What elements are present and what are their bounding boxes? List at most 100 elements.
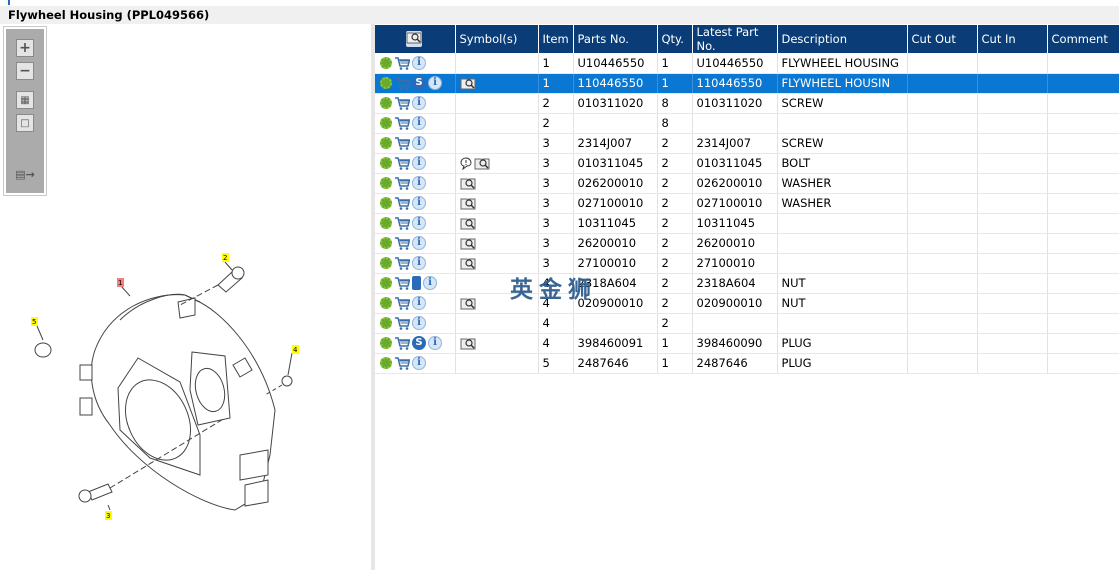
book-icon[interactable] [460,217,476,230]
info-icon[interactable]: i [412,56,426,70]
gear-icon[interactable] [380,337,392,350]
flywheel-housing-drawing[interactable]: 1 2 3 4 5 [20,240,320,530]
fit-window-button[interactable]: □ [16,114,34,132]
table-row[interactable]: Si 4 398460091 1 398460090 PLUG [375,333,1119,354]
fit-all-button[interactable]: ▦ [16,91,34,109]
column-header-qty[interactable]: Qty. [657,25,693,53]
cell-desc [777,233,908,254]
zoom-in-button[interactable]: + [16,39,34,57]
cart-icon[interactable] [394,197,411,210]
info-icon[interactable]: i [412,96,426,111]
gear-icon[interactable] [380,157,392,170]
cart-icon[interactable] [394,217,411,230]
info-icon[interactable]: i [412,156,426,171]
column-header-description[interactable]: Description [777,25,908,53]
cart-icon[interactable] [394,137,411,150]
row-actions: i [375,53,456,74]
callout-5[interactable]: 5 [32,318,36,326]
zoom-out-button[interactable]: − [16,62,34,80]
gear-icon[interactable] [380,57,392,69]
table-row[interactable]: i 5 2487646 1 2487646 PLUG [375,353,1119,374]
gear-icon[interactable] [380,237,392,250]
gear-icon[interactable] [380,317,392,330]
table-row[interactable]: Si 1 110446550 1 110446550 FLYWHEEL HOUSIN [375,73,1119,94]
gear-icon[interactable] [380,217,392,230]
info-icon[interactable]: i [412,236,426,251]
book-icon[interactable] [460,77,476,90]
gear-icon[interactable] [380,257,392,270]
cart-icon[interactable] [394,237,411,250]
note-bubble-icon[interactable] [459,157,472,171]
book-icon[interactable] [474,157,490,170]
table-row[interactable]: i 3 26200010 2 26200010 [375,233,1119,254]
gear-icon[interactable] [380,277,392,290]
callout-1[interactable]: 1 [118,279,122,287]
table-row[interactable]: i 2 010311020 8 010311020 SCREW [375,93,1119,114]
column-header-comment[interactable]: Comment [1047,25,1119,53]
manual-icon[interactable] [412,276,421,291]
info-icon[interactable]: i [412,136,426,151]
table-row[interactable]: i 4 2 [375,313,1119,334]
info-icon[interactable]: i [412,296,426,311]
gear-icon[interactable] [380,197,392,210]
column-header-cut-out[interactable]: Cut Out [907,25,978,53]
cart-icon[interactable] [394,257,411,270]
supersession-icon[interactable]: S [412,76,426,91]
gear-icon[interactable] [380,77,392,90]
info-icon[interactable]: i [412,116,426,131]
info-icon[interactable]: i [412,356,426,371]
column-header-tools[interactable] [375,25,456,53]
gear-icon[interactable] [380,357,392,370]
table-row[interactable]: i 3 10311045 2 10311045 [375,213,1119,234]
callout-2[interactable]: 2 [223,254,227,262]
cart-icon[interactable] [394,157,411,170]
export-button[interactable]: ▤→ [15,165,35,183]
book-icon[interactable] [460,257,476,270]
gear-icon[interactable] [380,177,392,190]
cart-icon[interactable] [394,56,411,70]
cart-icon[interactable] [394,297,411,310]
gear-icon[interactable] [380,297,392,310]
supersession-icon[interactable]: S [412,336,426,351]
info-icon[interactable]: i [412,196,426,211]
info-icon[interactable]: i [423,276,437,291]
table-row[interactable]: i 4 2318A604 2 2318A604 NUT [375,273,1119,294]
column-header-latest-part-no[interactable]: Latest Part No. [692,25,778,53]
table-row[interactable]: i 3 010311045 2 010311045 BOLT [375,153,1119,174]
info-icon[interactable]: i [412,216,426,231]
table-row[interactable]: i 3 2314J007 2 2314J007 SCREW [375,133,1119,154]
info-icon[interactable]: i [412,256,426,271]
callout-4[interactable]: 4 [293,346,298,354]
book-icon[interactable] [460,297,476,310]
table-row[interactable]: i 3 027100010 2 027100010 WASHER [375,193,1119,214]
table-row[interactable]: i 2 8 [375,113,1119,134]
book-icon[interactable] [460,177,476,190]
gear-icon[interactable] [380,137,392,150]
book-icon[interactable] [460,337,476,350]
info-icon[interactable]: i [428,336,442,351]
table-row[interactable]: i 3 026200010 2 026200010 WASHER [375,173,1119,194]
column-header-parts-no[interactable]: Parts No. [573,25,658,53]
cart-icon[interactable] [394,337,411,350]
cart-icon[interactable] [394,117,411,130]
info-icon[interactable]: i [412,316,426,331]
column-header-item[interactable]: Item [538,25,574,53]
cart-icon[interactable] [394,357,411,370]
gear-icon[interactable] [380,97,392,110]
column-header-symbol-s[interactable]: Symbol(s) [455,25,539,53]
gear-icon[interactable] [380,117,392,130]
callout-3[interactable]: 3 [106,512,110,520]
column-header-cut-in[interactable]: Cut In [977,25,1048,53]
table-row[interactable]: i 1 U10446550 1 U10446550 FLYWHEEL HOUSING [375,53,1119,74]
book-icon[interactable] [460,197,476,210]
info-icon[interactable]: i [412,176,426,191]
cart-icon[interactable] [394,277,411,290]
cart-icon[interactable] [394,177,411,190]
book-icon[interactable] [460,237,476,250]
table-row[interactable]: i 4 020900010 2 020900010 NUT [375,293,1119,314]
table-row[interactable]: i 3 27100010 2 27100010 [375,253,1119,274]
cart-icon[interactable] [394,77,411,90]
info-icon[interactable]: i [428,76,442,91]
cart-icon[interactable] [394,97,411,110]
cart-icon[interactable] [394,317,411,330]
